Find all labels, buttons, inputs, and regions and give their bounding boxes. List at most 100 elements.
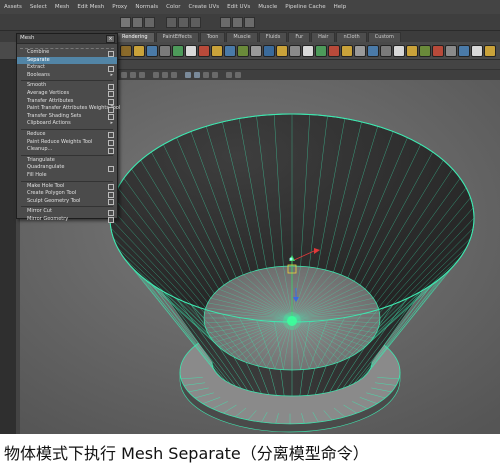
mesh-menu-item-combine[interactable]: Combine bbox=[17, 49, 117, 57]
mesh-menu-item-fill-hole[interactable]: Fill Hole bbox=[17, 172, 117, 180]
shelf-tool-icon[interactable] bbox=[341, 45, 353, 57]
grid-icon[interactable] bbox=[153, 72, 159, 78]
mesh-menu-item-clipboard-actions[interactable]: Clipboard Actions ▸ bbox=[17, 120, 117, 128]
shelf-tool-icon[interactable] bbox=[276, 45, 288, 57]
menu-item-edit-mesh[interactable]: Edit Mesh bbox=[73, 4, 108, 10]
option-box-icon[interactable] bbox=[108, 99, 114, 106]
option-box-icon[interactable] bbox=[108, 191, 114, 198]
render-settings-icon[interactable] bbox=[244, 17, 255, 28]
option-box-icon[interactable] bbox=[108, 106, 114, 113]
mesh-menu-item-make-hole-tool[interactable]: Make Hole Tool bbox=[17, 183, 117, 191]
mesh-menu-item-mirror-geometry[interactable]: Mirror Geometry bbox=[17, 216, 117, 224]
shelf-tool-icon[interactable] bbox=[484, 45, 496, 57]
shelf-tab-ncloth[interactable]: nCloth bbox=[336, 32, 367, 42]
menu-item-create-uvs[interactable]: Create UVs bbox=[184, 4, 223, 10]
option-box-icon[interactable] bbox=[108, 132, 114, 139]
option-box-icon[interactable] bbox=[108, 217, 114, 224]
mesh-menu-item-extract[interactable]: Extract bbox=[17, 64, 117, 72]
menu-item-color[interactable]: Color bbox=[162, 4, 184, 10]
mesh-menu-item-transfer-shading-sets[interactable]: Transfer Shading Sets bbox=[17, 113, 117, 121]
mesh-menu-item-paint-transfer-attributes-weights-tool[interactable]: Paint Transfer Attributes Weights Tool bbox=[17, 105, 120, 113]
mesh-menu-item-paint-reduce-weights-tool[interactable]: Paint Reduce Weights Tool bbox=[17, 139, 117, 147]
shelf-tool-icon[interactable] bbox=[159, 45, 171, 57]
shelf-tool-icon[interactable] bbox=[354, 45, 366, 57]
render-icon[interactable] bbox=[220, 17, 231, 28]
shelf-tool-icon[interactable] bbox=[250, 45, 262, 57]
mesh-menu-item-sculpt-geometry-tool[interactable]: Sculpt Geometry Tool bbox=[17, 198, 117, 206]
shelf-tab-fluids[interactable]: Fluids bbox=[258, 32, 288, 42]
shelf-tab-rendering[interactable]: Rendering bbox=[115, 32, 155, 42]
shelf-tool-icon[interactable] bbox=[172, 45, 184, 57]
menu-item-muscle[interactable]: Muscle bbox=[254, 4, 281, 10]
wireframe-icon[interactable] bbox=[185, 72, 191, 78]
shelf-tool-icon[interactable] bbox=[211, 45, 223, 57]
camera-icon[interactable] bbox=[121, 72, 127, 78]
mesh-menu-item-separate[interactable]: Separate bbox=[17, 56, 117, 65]
shelf-tool-icon[interactable] bbox=[393, 45, 405, 57]
shelf-tool-icon[interactable] bbox=[237, 45, 249, 57]
shelf-tool-icon[interactable] bbox=[289, 45, 301, 57]
menu-item-help[interactable]: Help bbox=[330, 4, 351, 10]
option-box-icon[interactable] bbox=[108, 209, 114, 216]
ipr-render-icon[interactable] bbox=[232, 17, 243, 28]
select-by-component-icon[interactable] bbox=[144, 17, 155, 28]
mesh-menu-item-quadrangulate[interactable]: Quadrangulate bbox=[17, 164, 117, 172]
shelf-tab-fur[interactable]: Fur bbox=[288, 32, 311, 42]
shelf-tool-icon[interactable] bbox=[133, 45, 145, 57]
shelf-tab-painteffects[interactable]: PaintEffects bbox=[155, 32, 199, 42]
resolution-gate-icon[interactable] bbox=[171, 72, 177, 78]
menu-item-mesh[interactable]: Mesh bbox=[51, 4, 73, 10]
shelf-tab-hair[interactable]: Hair bbox=[311, 32, 336, 42]
film-gate-icon[interactable] bbox=[162, 72, 168, 78]
snap-point-icon[interactable] bbox=[190, 17, 201, 28]
close-icon[interactable]: × bbox=[106, 35, 115, 43]
option-box-icon[interactable] bbox=[108, 91, 114, 98]
lights-icon[interactable] bbox=[212, 72, 218, 78]
shelf-tool-icon[interactable] bbox=[471, 45, 483, 57]
shelf-tool-icon[interactable] bbox=[224, 45, 236, 57]
shelf-tool-icon[interactable] bbox=[367, 45, 379, 57]
mesh-menu-item-smooth[interactable]: Smooth bbox=[17, 82, 117, 90]
option-box-icon[interactable] bbox=[108, 114, 114, 121]
mesh-menu-item-booleans[interactable]: Booleans ▸ bbox=[17, 72, 117, 80]
option-box-icon[interactable] bbox=[108, 165, 114, 172]
menu-item-pipeline-cache[interactable]: Pipeline Cache bbox=[281, 4, 329, 10]
xray-icon[interactable] bbox=[226, 72, 232, 78]
mesh-menu-item-triangulate[interactable]: Triangulate bbox=[17, 157, 117, 165]
select-by-hierarchy-icon[interactable] bbox=[120, 17, 131, 28]
option-box-icon[interactable] bbox=[108, 147, 114, 154]
snap-curve-icon[interactable] bbox=[178, 17, 189, 28]
textured-icon[interactable] bbox=[203, 72, 209, 78]
menu-item-proxy[interactable]: Proxy bbox=[108, 4, 131, 10]
smooth-shade-icon[interactable] bbox=[194, 72, 200, 78]
shelf-tool-icon[interactable] bbox=[445, 45, 457, 57]
mesh-menu-item-reduce[interactable]: Reduce bbox=[17, 131, 117, 139]
mesh-menu-item-cleanup[interactable]: Cleanup... bbox=[17, 146, 117, 154]
shelf-tool-icon[interactable] bbox=[146, 45, 158, 57]
option-box-icon[interactable] bbox=[108, 83, 114, 90]
shelf-tool-icon[interactable] bbox=[185, 45, 197, 57]
shelf-tool-icon[interactable] bbox=[380, 45, 392, 57]
shelf-tool-icon[interactable] bbox=[432, 45, 444, 57]
shelf-tool-icon[interactable] bbox=[458, 45, 470, 57]
isolate-select-icon[interactable] bbox=[235, 72, 241, 78]
shelf-tool-icon[interactable] bbox=[419, 45, 431, 57]
shelf-tool-icon[interactable] bbox=[198, 45, 210, 57]
menu-item-normals[interactable]: Normals bbox=[131, 4, 162, 10]
option-box-icon[interactable] bbox=[108, 65, 114, 72]
mesh-menu-item-transfer-attributes[interactable]: Transfer Attributes bbox=[17, 98, 117, 106]
option-box-icon[interactable] bbox=[108, 140, 114, 147]
menu-item-assets[interactable]: Assets bbox=[0, 4, 26, 10]
shelf-tool-icon[interactable] bbox=[328, 45, 340, 57]
shelf-tool-icon[interactable] bbox=[302, 45, 314, 57]
shelf-tool-icon[interactable] bbox=[315, 45, 327, 57]
select-by-object-icon[interactable] bbox=[132, 17, 143, 28]
option-box-icon[interactable] bbox=[108, 199, 114, 206]
menu-item-select[interactable]: Select bbox=[26, 4, 51, 10]
mesh-menu-item-average-vertices[interactable]: Average Vertices bbox=[17, 90, 117, 98]
shelf-tool-icon[interactable] bbox=[406, 45, 418, 57]
shelf-tab-toon[interactable]: Toon bbox=[199, 32, 226, 42]
shelf-tab-muscle[interactable]: Muscle bbox=[226, 32, 258, 42]
shelf-tool-icon[interactable] bbox=[120, 45, 132, 57]
shelf-tab-custom[interactable]: Custom bbox=[367, 32, 401, 42]
